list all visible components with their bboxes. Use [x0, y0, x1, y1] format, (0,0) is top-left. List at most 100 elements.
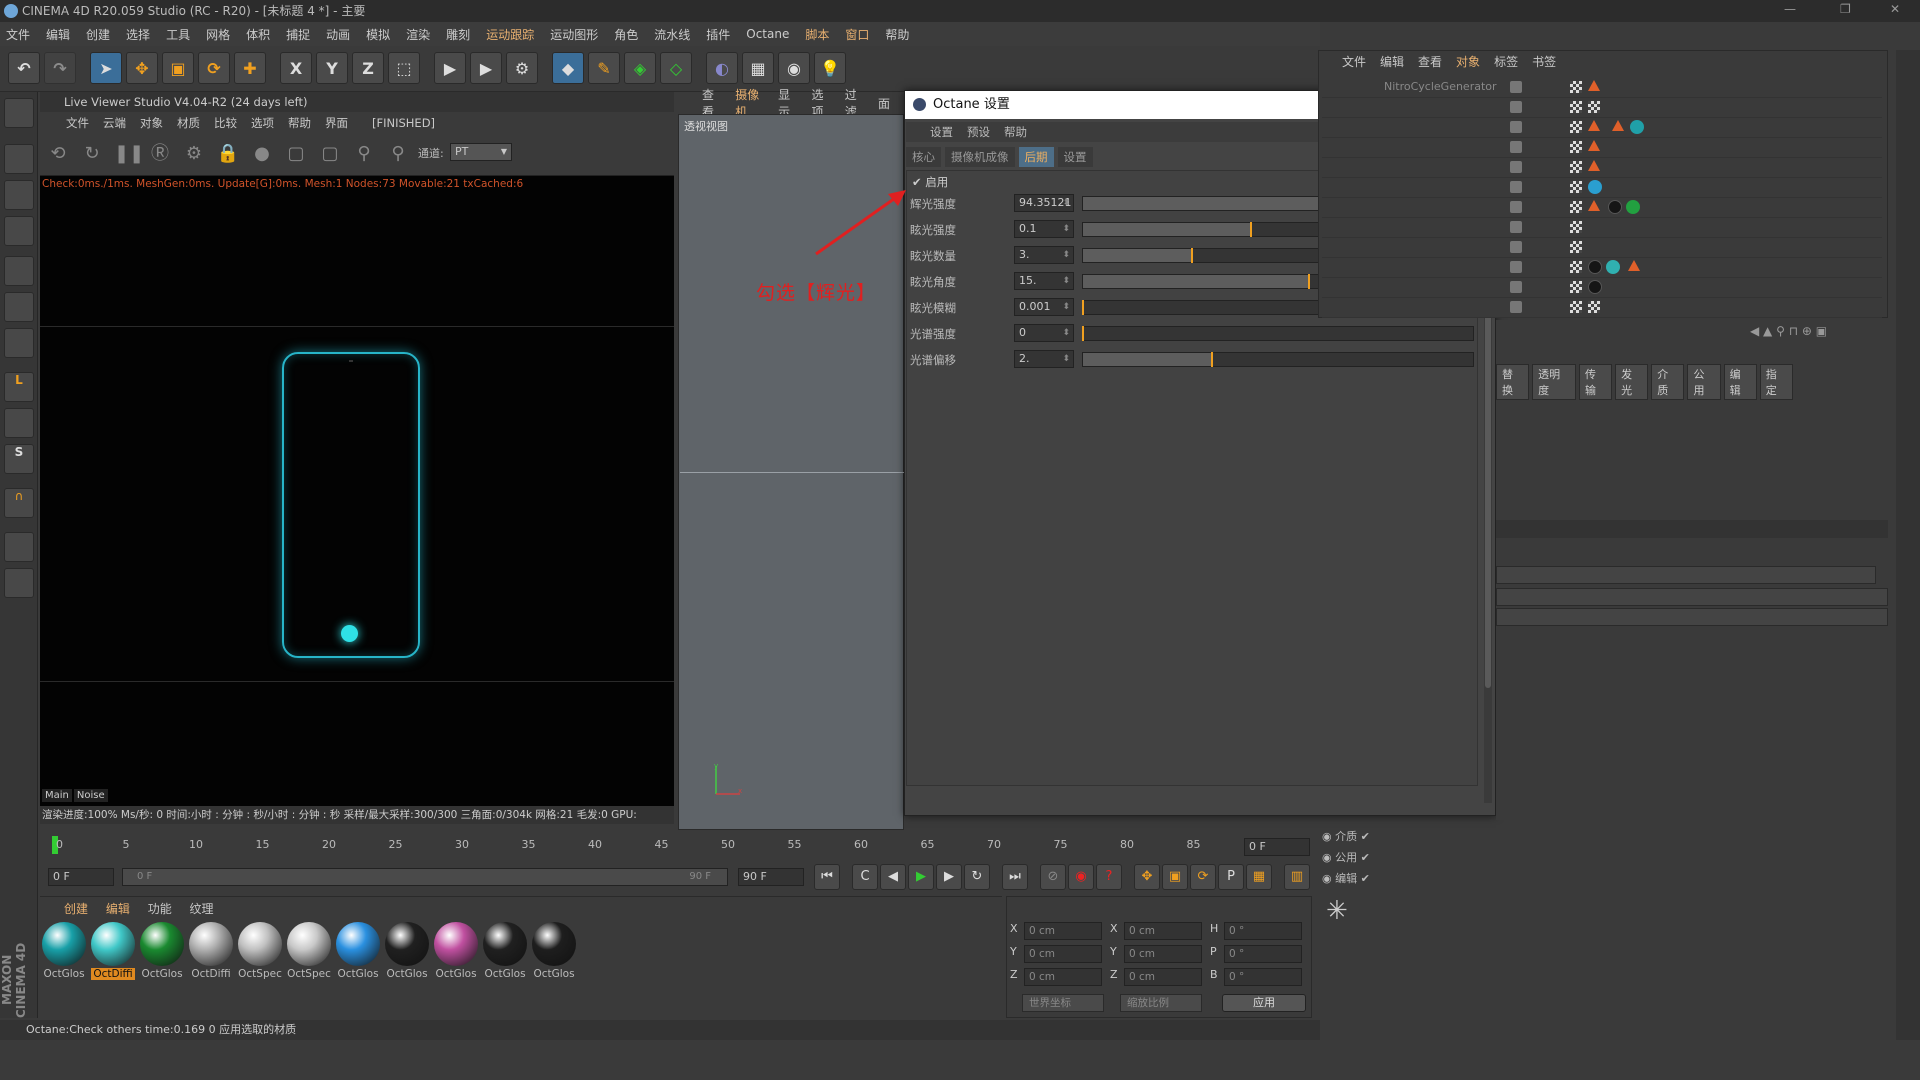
- visibility-icon[interactable]: [1510, 141, 1522, 153]
- next-frame-icon[interactable]: ▶: [936, 864, 962, 890]
- rotate-tool-icon[interactable]: ⟳: [198, 52, 230, 84]
- object-row[interactable]: [1322, 198, 1882, 218]
- tag-checker-icon[interactable]: [1570, 221, 1582, 233]
- visibility-icon[interactable]: [1510, 181, 1522, 193]
- lv-menu-file[interactable]: 文件: [66, 115, 89, 131]
- visibility-icon[interactable]: [1510, 81, 1522, 93]
- slider-handle[interactable]: [1210, 352, 1213, 367]
- rotation-b-field[interactable]: 0 °: [1224, 968, 1302, 986]
- mm-menu-edit[interactable]: 编辑: [106, 902, 130, 916]
- tag-material-icon[interactable]: [1588, 180, 1602, 194]
- tab-kernel[interactable]: 核心: [906, 147, 941, 167]
- attribute-dropdown[interactable]: [1496, 608, 1888, 626]
- visibility-icon[interactable]: [1510, 121, 1522, 133]
- lv-menu-cloud[interactable]: 云端: [103, 115, 126, 131]
- record-icon[interactable]: ◉: [1068, 864, 1094, 890]
- start-frame-field[interactable]: 0 F: [48, 868, 114, 886]
- attr-tab-emission[interactable]: 发光: [1615, 364, 1649, 400]
- timeline-window-icon[interactable]: ▥: [1284, 864, 1310, 890]
- flag-edit[interactable]: ◉ 编辑 ✔: [1322, 870, 1370, 886]
- attr-tab-common[interactable]: 公用: [1687, 364, 1721, 400]
- tag-octane-icon[interactable]: [1588, 120, 1600, 131]
- visibility-icon[interactable]: [1510, 301, 1522, 313]
- render-settings-icon[interactable]: ⚙: [506, 52, 538, 84]
- material-swatch[interactable]: OctGlos: [434, 922, 478, 982]
- workplane-icon[interactable]: [4, 216, 34, 246]
- key-pla-icon[interactable]: ▦: [1246, 864, 1272, 890]
- floor-icon[interactable]: ▦: [742, 52, 774, 84]
- tag-texture-icon[interactable]: [1588, 101, 1600, 113]
- render-picture-viewer-icon[interactable]: ▶: [470, 52, 502, 84]
- points-mode-icon[interactable]: [4, 256, 34, 286]
- x-axis-icon[interactable]: X: [280, 52, 312, 84]
- om-menu-bookmarks[interactable]: 书签: [1532, 53, 1556, 70]
- material-swatch[interactable]: OctGlos: [42, 922, 86, 982]
- size-y-field[interactable]: 0 cm: [1124, 945, 1202, 963]
- vp-menu-panel[interactable]: 面: [878, 95, 890, 112]
- menu-sculpt[interactable]: 雕刻: [446, 26, 470, 43]
- attr-tab-assign[interactable]: 指定: [1759, 364, 1793, 400]
- menu-create[interactable]: 创建: [86, 26, 110, 43]
- menu-render[interactable]: 渲染: [406, 26, 430, 43]
- tag-material-icon[interactable]: [1608, 200, 1622, 214]
- model-mode-icon[interactable]: [4, 144, 34, 174]
- region-icon[interactable]: ▢: [284, 142, 308, 166]
- key-position-icon[interactable]: ✥: [1134, 864, 1160, 890]
- close-icon[interactable]: ✕: [1890, 2, 1900, 16]
- tag-texture-icon[interactable]: [1588, 301, 1600, 313]
- tag-material-icon[interactable]: [1606, 260, 1620, 274]
- object-row[interactable]: [1322, 278, 1882, 298]
- tag-octane-icon[interactable]: [1588, 200, 1600, 211]
- menu-pipeline[interactable]: 流水线: [654, 26, 690, 43]
- tag-checker-icon[interactable]: [1570, 141, 1582, 153]
- om-menu-view[interactable]: 查看: [1418, 53, 1442, 70]
- pause-icon[interactable]: ❚❚: [114, 142, 144, 166]
- flag-medium[interactable]: ◉ 介质 ✔: [1322, 828, 1370, 844]
- scale-tool-icon[interactable]: ▣: [162, 52, 194, 84]
- param-value-field[interactable]: 0.1: [1014, 220, 1074, 238]
- position-y-field[interactable]: 0 cm: [1024, 945, 1102, 963]
- subdivision-icon[interactable]: ◈: [624, 52, 656, 84]
- mm-menu-function[interactable]: 功能: [148, 902, 172, 916]
- tag-octane-icon[interactable]: [1588, 160, 1600, 171]
- oct-menu-presets[interactable]: 预设: [967, 124, 990, 140]
- visibility-icon[interactable]: [1510, 161, 1522, 173]
- snap-settings-icon[interactable]: [4, 568, 34, 598]
- object-row[interactable]: [1322, 158, 1882, 178]
- menu-edit[interactable]: 编辑: [46, 26, 70, 43]
- move-tool-icon[interactable]: ✥: [126, 52, 158, 84]
- z-axis-icon[interactable]: Z: [352, 52, 384, 84]
- slider-handle[interactable]: [1308, 274, 1311, 289]
- param-value-field[interactable]: 3.: [1014, 246, 1074, 264]
- light-icon[interactable]: 💡: [814, 52, 846, 84]
- material-swatch[interactable]: OctSpec: [238, 922, 282, 982]
- visibility-icon[interactable]: [1510, 241, 1522, 253]
- tab-settings[interactable]: 设置: [1057, 147, 1093, 167]
- material-swatch[interactable]: OctGlos: [532, 922, 576, 982]
- material-swatch[interactable]: OctGlos: [385, 922, 429, 982]
- edges-mode-icon[interactable]: [4, 292, 34, 322]
- texture-mode-icon[interactable]: [4, 180, 34, 210]
- key-param-icon[interactable]: P: [1218, 864, 1244, 890]
- size-z-field[interactable]: 0 cm: [1124, 968, 1202, 986]
- lv-menu-interface[interactable]: 界面: [325, 115, 348, 131]
- material-sphere-icon[interactable]: ●: [250, 142, 274, 166]
- material-swatch[interactable]: OctSpec: [287, 922, 331, 982]
- slider-handle[interactable]: [1082, 326, 1084, 341]
- material-swatch[interactable]: OctGlos: [336, 922, 380, 982]
- tag-octane-icon[interactable]: [1628, 260, 1640, 271]
- attr-tab-transmission[interactable]: 传输: [1578, 364, 1613, 400]
- oct-menu-settings[interactable]: 设置: [930, 124, 953, 140]
- tag-checker-icon[interactable]: [1570, 281, 1582, 293]
- tag-checker-icon[interactable]: [1570, 201, 1582, 213]
- mm-menu-create[interactable]: 创建: [64, 902, 88, 916]
- select-tool-icon[interactable]: ➤: [90, 52, 122, 84]
- menu-animate[interactable]: 动画: [326, 26, 350, 43]
- tag-checker-icon[interactable]: [1570, 101, 1582, 113]
- region-render-icon[interactable]: Ⓡ: [148, 142, 172, 166]
- tag-checker-icon[interactable]: [1570, 261, 1582, 273]
- restore-icon[interactable]: ❐: [1840, 2, 1851, 16]
- menu-character[interactable]: 角色: [614, 26, 638, 43]
- tweak-icon[interactable]: [4, 408, 34, 438]
- polygons-mode-icon[interactable]: [4, 328, 34, 358]
